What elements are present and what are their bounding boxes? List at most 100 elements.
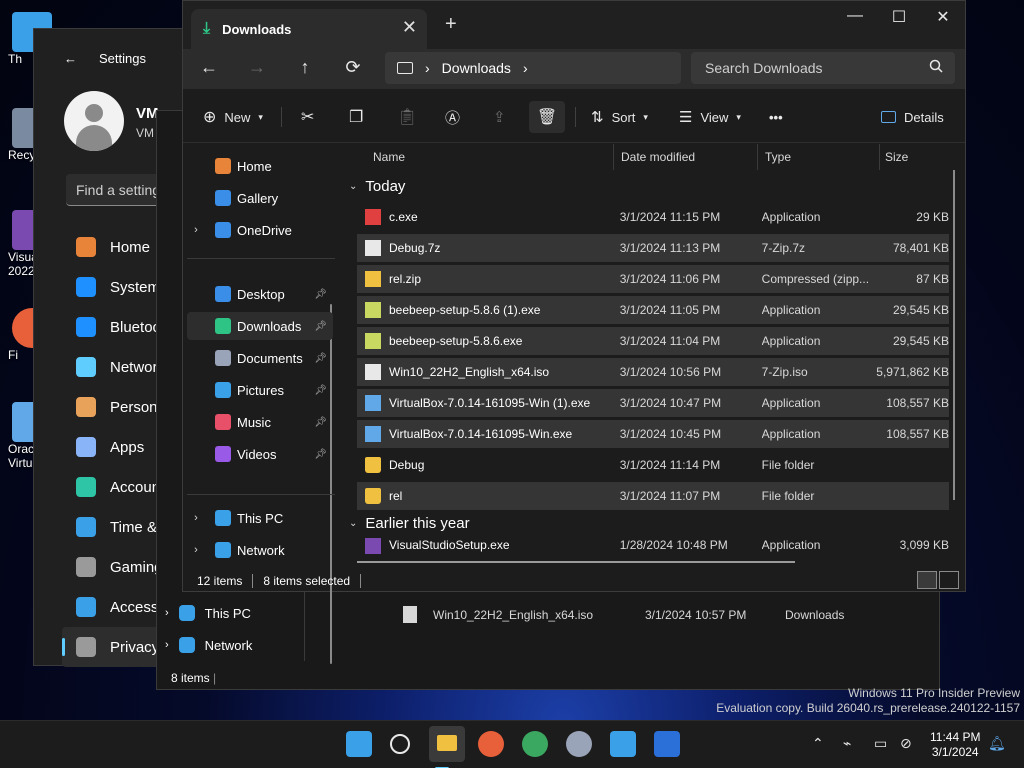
nav-item-downloads[interactable]: Downloads 📌︎ [187, 312, 333, 340]
chevron-right-icon[interactable]: › [165, 639, 169, 651]
search-input[interactable]: Search Downloads [691, 52, 955, 84]
table-row[interactable]: Win10_22H2_English_x64.iso 3/1/2024 10:56… [357, 358, 949, 386]
installer-icon [365, 538, 381, 554]
nav-item-this-pc[interactable]: › This PC [165, 599, 251, 627]
chevron-right-icon[interactable]: › [425, 60, 430, 76]
pin-icon[interactable]: 📌︎ [314, 385, 327, 396]
rename-button[interactable]: Ⓐ [439, 101, 466, 133]
new-tab-button[interactable]: + [445, 13, 457, 36]
nav-item-desktop[interactable]: Desktop 📌︎ [187, 280, 333, 308]
file-size: 29 KB [916, 210, 949, 224]
table-row[interactable]: beebeep-setup-5.8.6.exe 3/1/2024 11:04 PM… [357, 327, 949, 355]
file-icon [365, 364, 381, 380]
settings-icon[interactable] [566, 731, 592, 757]
pin-icon[interactable]: 📌︎ [314, 353, 327, 364]
share-button[interactable]: ⇪ [487, 101, 512, 133]
network-status-icon[interactable]: ⌁ [843, 735, 851, 752]
table-row[interactable]: rel.zip 3/1/2024 11:06 PM Compressed (zipp… [357, 265, 949, 293]
notepad-icon[interactable] [610, 731, 636, 757]
paste-button[interactable]: 📋︎ [391, 101, 423, 133]
cut-button[interactable]: ✂ [295, 101, 320, 133]
search-icon[interactable] [390, 734, 410, 754]
file-icon [365, 240, 381, 256]
nav-item-documents[interactable]: Documents 📌︎ [187, 344, 333, 372]
chevron-right-icon[interactable]: › [187, 544, 205, 556]
defender-icon[interactable] [654, 731, 680, 757]
volume-muted-icon[interactable]: ⊘ [900, 735, 912, 752]
group-header-earlier[interactable]: ⌄ Earlier this year [349, 515, 470, 532]
details-pane-button[interactable]: Details [875, 101, 950, 133]
table-row[interactable]: Debug 3/1/2024 11:14 PM File folder [357, 451, 949, 479]
maximize-button[interactable]: ☐ [879, 7, 919, 27]
table-row[interactable]: VirtualBox-7.0.14-161095-Win.exe 3/1/2024… [357, 420, 949, 448]
group-header-today[interactable]: ⌄ Today [349, 178, 405, 195]
back-arrow-icon[interactable]: ← [64, 51, 77, 66]
breadcrumb-item[interactable]: Downloads [442, 60, 511, 76]
nav-item-pictures[interactable]: Pictures 📌︎ [187, 376, 333, 404]
refresh-button[interactable]: ⟳ [341, 57, 365, 78]
start-icon[interactable] [346, 731, 372, 757]
forward-button[interactable]: → [245, 57, 269, 78]
chevron-right-icon[interactable]: › [523, 60, 528, 76]
chevron-right-icon[interactable]: › [187, 512, 205, 524]
file-type: Application [761, 538, 821, 552]
column-header-size[interactable]: Size [885, 144, 908, 170]
column-header-name[interactable]: Name [373, 144, 405, 170]
pin-icon[interactable]: 📌︎ [314, 417, 327, 428]
firefox-icon[interactable] [478, 731, 504, 757]
table-row[interactable]: VirtualBox-7.0.14-161095-Win (1).exe 3/1/… [357, 389, 949, 417]
nav-item-videos[interactable]: Videos 📌︎ [187, 440, 333, 468]
file-row[interactable]: Win10_22H2_English_x64.iso 3/1/2024 10:5… [403, 606, 844, 623]
details-view-button[interactable] [917, 571, 937, 589]
clock[interactable]: 11:44 PM 3/1/2024 [930, 730, 980, 760]
new-button[interactable]: ⊕ New ▾ [197, 101, 269, 133]
delete-button[interactable]: 🗑︎ [529, 101, 565, 133]
display-icon[interactable]: ▭ [874, 735, 887, 752]
file-type: Application [761, 303, 821, 317]
nav-item-home[interactable]: Home [187, 152, 333, 180]
column-header-date[interactable]: Date modified [621, 144, 695, 170]
file-size: 87 KB [916, 272, 949, 286]
chrome-icon[interactable] [522, 731, 548, 757]
table-row[interactable]: Debug.7z 3/1/2024 11:13 PM 7-Zip.7z 78,401 … [357, 234, 949, 262]
chevron-right-icon[interactable]: › [165, 607, 169, 619]
table-row[interactable]: beebeep-setup-5.8.6 (1).exe 3/1/2024 11:0… [357, 296, 949, 324]
nav-label: This PC [237, 510, 284, 526]
chevron-right-icon[interactable]: › [187, 224, 205, 236]
minimize-button[interactable]: — [835, 7, 875, 25]
close-button[interactable]: ✕ [923, 7, 963, 27]
avatar[interactable] [64, 91, 124, 151]
chevron-up-icon[interactable]: ⌃ [812, 735, 824, 752]
file-explorer-icon[interactable] [429, 726, 465, 768]
table-row[interactable]: c.exe 3/1/2024 11:15 PM Application 29 KB [357, 203, 949, 231]
downloads-icon [215, 318, 231, 334]
pin-icon[interactable]: 📌︎ [314, 289, 327, 300]
nav-item-onedrive[interactable]: › OneDrive [187, 216, 333, 244]
pin-icon[interactable]: 📌︎ [314, 449, 327, 460]
column-header-type[interactable]: Type [765, 144, 791, 170]
close-tab-icon[interactable]: ✕ [402, 17, 417, 38]
nav-item-network[interactable]: › Network [165, 631, 252, 659]
horizontal-scrollbar[interactable] [357, 561, 795, 563]
nav-item-this-pc[interactable]: › This PC [187, 504, 333, 532]
tiles-view-button[interactable] [939, 571, 959, 589]
back-button[interactable]: ← [197, 57, 221, 78]
music-icon [215, 414, 231, 430]
tab-downloads[interactable]: ⤓ Downloads ✕ [191, 9, 427, 49]
nav-item-network[interactable]: › Network [187, 536, 333, 564]
up-button[interactable]: ↑ [293, 57, 317, 78]
account-icon [76, 477, 96, 497]
file-date: 3/1/2024 11:13 PM [619, 241, 721, 255]
table-row[interactable]: VisualStudioSetup.exe 1/28/2024 10:48 PM… [357, 538, 949, 554]
sort-button[interactable]: ⇅ Sort ▾ [585, 101, 654, 133]
notifications-icon[interactable]: 🔔︎ [988, 735, 1006, 752]
nav-item-gallery[interactable]: Gallery [187, 184, 333, 212]
more-options-button[interactable]: ••• [763, 101, 789, 133]
copy-button[interactable]: ❐ [343, 101, 369, 133]
nav-item-music[interactable]: Music 📌︎ [187, 408, 333, 436]
breadcrumb[interactable]: › Downloads › [385, 52, 681, 84]
table-row[interactable]: rel 3/1/2024 11:07 PM File folder [357, 482, 949, 510]
view-button[interactable]: ☰ View ▾ [673, 101, 747, 133]
pin-icon[interactable]: 📌︎ [314, 321, 327, 332]
list-scrollbar[interactable] [953, 170, 955, 500]
